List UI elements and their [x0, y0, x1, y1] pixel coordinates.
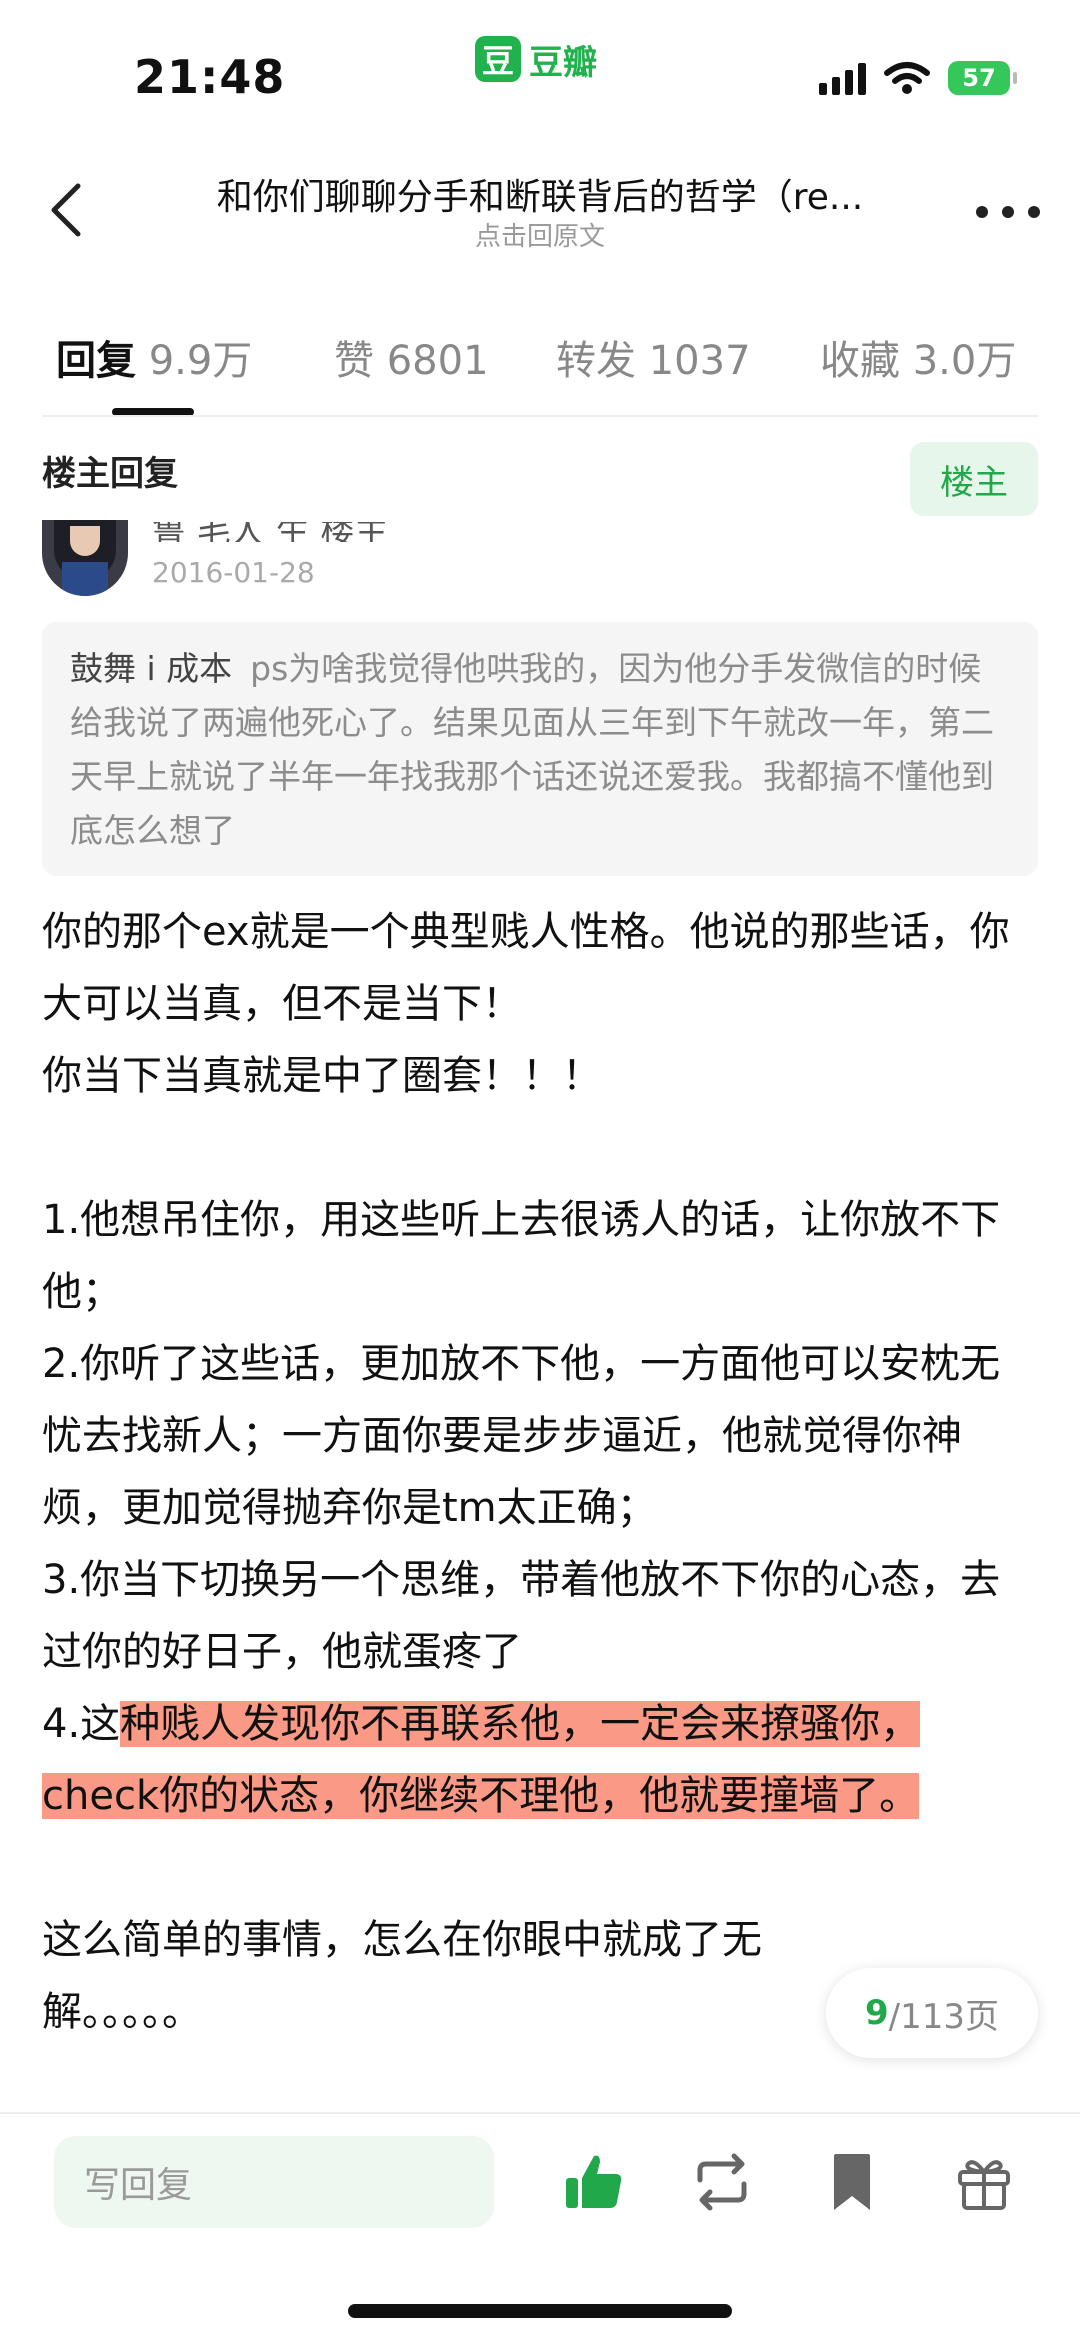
avatar[interactable] — [42, 520, 128, 596]
highlighted-text: 种贱人发现你不再联系他，一定会来撩骚你，check你的状态，你继续不理他，他就要… — [42, 1701, 921, 1819]
app-badge-name: 豆瓣 — [529, 42, 597, 83]
post-date: 2016-01-28 — [152, 556, 315, 589]
nav-bar: 和你们聊聊分手和断联背后的哲学（re... 点击回原文 — [0, 150, 1080, 270]
tab-bar: 回复 9.9万 赞 6801 转发 1037 收藏 3.0万 — [0, 318, 1080, 418]
reply-paragraph: 你当下当真就是中了圈套！！！ — [42, 1053, 602, 1099]
divider — [42, 415, 1038, 417]
op-only-button[interactable]: 楼主 — [910, 442, 1038, 516]
reply-paragraph: 这么简单的事情，怎么在你眼中就成了无解。。。。。 — [42, 1917, 762, 2035]
total-pages: /113页 — [888, 1996, 1000, 2037]
bookmark-button[interactable] — [820, 2150, 884, 2214]
home-indicator[interactable] — [348, 2304, 732, 2318]
tab-collections[interactable]: 收藏 3.0万 — [820, 328, 1016, 386]
reply-list-item: 1.他想吊住你，用这些听上去很诱人的话，让你放不下他； — [42, 1197, 1001, 1315]
section-title: 楼主回复 — [42, 454, 178, 494]
reply-list-item: 2.你听了这些话，更加放不下他，一方面他可以安枕无忧去找新人；一方面你要是步步逼… — [42, 1341, 1001, 1531]
reply-list-item: 4.这种贱人发现你不再联系他，一定会来撩骚你，check你的状态，你继续不理他，… — [42, 1701, 921, 1819]
repost-button[interactable] — [690, 2150, 754, 2214]
reply-paragraph: 你的那个ex就是一个典型贱人性格。他说的那些话，你大可以当真，但不是当下！ — [42, 909, 1010, 1027]
author-name[interactable]: 鲁 毛人 生 楼主 — [152, 522, 412, 542]
divider — [0, 2112, 1080, 2114]
reply-body: 你的那个ex就是一个典型贱人性格。他说的那些话，你大可以当真，但不是当下！ 你当… — [42, 896, 1032, 2048]
reply-list-item: 3.你当下切换另一个思维，带着他放不下你的心态，去过你的好日子，他就蛋疼了 — [42, 1557, 1001, 1675]
battery-level: 57 — [962, 64, 996, 92]
tab-likes[interactable]: 赞 6801 — [334, 328, 489, 386]
wifi-icon — [884, 62, 930, 94]
app-badge[interactable]: 豆 豆瓣 — [475, 34, 597, 84]
tab-reposts[interactable]: 转发 1037 — [556, 328, 751, 386]
douban-logo-icon: 豆 — [475, 36, 521, 82]
status-bar: 21:48 豆 豆瓣 57 — [0, 0, 1080, 130]
page-indicator[interactable]: 9/113页 — [826, 1968, 1038, 2058]
signal-icon — [819, 61, 866, 95]
quote-author[interactable]: 鼓舞 i 成本 — [70, 649, 232, 688]
more-button[interactable] — [976, 202, 1040, 222]
back-to-original-link[interactable]: 点击回原文 — [170, 216, 910, 253]
gift-icon — [958, 2160, 1010, 2210]
back-icon — [51, 183, 81, 237]
tab-replies[interactable]: 回复 9.9万 — [56, 328, 252, 386]
quoted-comment[interactable]: 鼓舞 i 成本 ps为啥我觉得他哄我的，因为他分手发微信的时候给我说了两遍他死心了… — [42, 622, 1038, 876]
like-icon — [566, 2155, 622, 2208]
back-button[interactable] — [38, 180, 98, 240]
current-page: 9 — [864, 1993, 889, 2033]
battery-icon: 57 — [948, 61, 1017, 95]
status-icons: 57 — [819, 58, 1017, 98]
like-button[interactable] — [562, 2150, 626, 2214]
gift-button[interactable] — [952, 2150, 1016, 2214]
status-time: 21:48 — [134, 50, 286, 104]
nav-title[interactable]: 和你们聊聊分手和断联背后的哲学（re... — [170, 168, 910, 220]
more-icon — [976, 206, 988, 218]
repost-icon — [697, 2153, 747, 2211]
reply-input[interactable]: 写回复 — [54, 2136, 494, 2228]
bookmark-icon — [834, 2154, 870, 2210]
